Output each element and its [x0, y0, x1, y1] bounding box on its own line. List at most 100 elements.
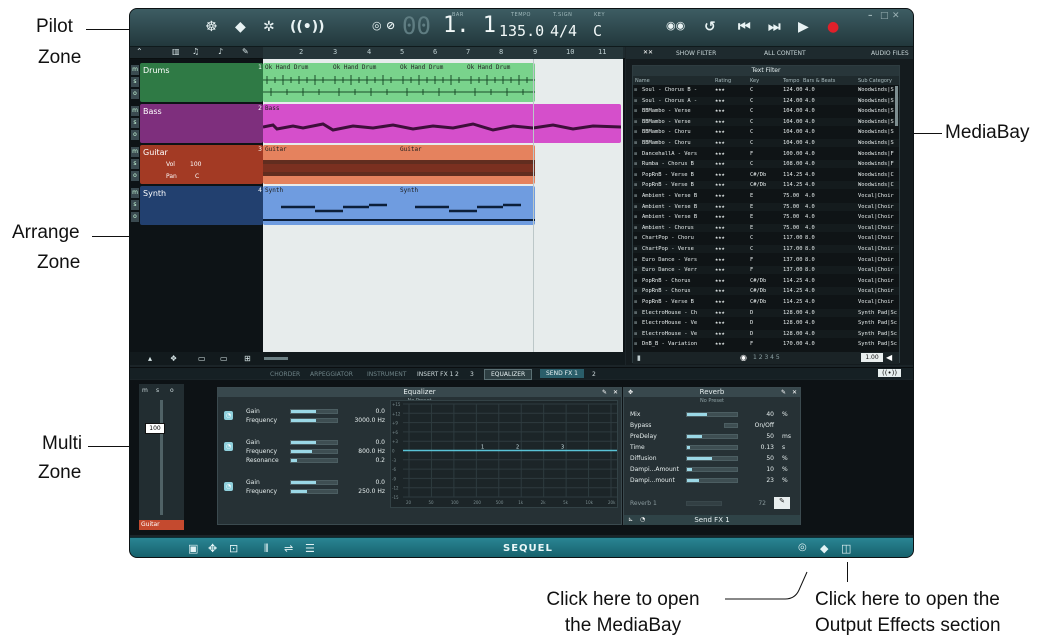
zoom-in-icon[interactable]: ▭ — [220, 354, 228, 363]
column-sub-category[interactable]: Sub Category — [858, 78, 892, 84]
link-icon[interactable]: ⊾ — [628, 516, 633, 523]
list-item[interactable]: ≡ Soul - Chorus A - ★★★ C 124.00 4.0 Woodwinds… — [633, 96, 899, 105]
reverb-param-slider[interactable] — [686, 412, 738, 417]
tab-insert-3[interactable]: 3 — [470, 371, 474, 378]
track-header-synth[interactable]: Synth 4 — [140, 186, 263, 225]
mediabay-close-tab-icon[interactable]: ✕✕ — [643, 49, 653, 56]
mute-button[interactable]: m — [131, 188, 139, 198]
cycle-icon[interactable]: ↺ — [704, 19, 716, 35]
mute-button[interactable]: m — [142, 387, 148, 394]
bass-clip[interactable]: Bass — [263, 104, 621, 143]
reverb-param-slider[interactable] — [686, 478, 738, 483]
previous-icon[interactable]: ⏮ — [738, 19, 751, 35]
next-icon[interactable]: ⏭ — [768, 19, 781, 35]
eq-band-marker[interactable]: 3 — [561, 445, 564, 451]
maximize-icon[interactable]: □ — [880, 11, 889, 21]
guitar-clip-lane[interactable]: Guitar Guitar — [263, 145, 535, 184]
close-icon[interactable]: ✕ — [792, 389, 797, 396]
tab-insert-2[interactable]: 2 — [455, 371, 459, 378]
eq-param-slider[interactable] — [290, 489, 338, 494]
tempo-display[interactable]: 135.0 — [499, 22, 544, 40]
gear-icon[interactable]: ✲ — [263, 19, 275, 35]
list-item[interactable]: ≡ ChartPop - Choru ★★★ C 117.00 8.0 Vocal|Choi… — [633, 234, 899, 242]
list-item[interactable]: ≡ BBMambo - Choru ★★★ C 104.00 4.0 Woodwinds|S — [633, 139, 899, 147]
column-tempo[interactable]: Tempo — [783, 78, 799, 84]
sliders-icon[interactable]: ⇌ — [284, 542, 293, 555]
synth-clip-lane[interactable]: Synth Synth — [263, 186, 535, 225]
list-icon[interactable]: ☰ — [305, 542, 315, 555]
solo-button[interactable]: s — [131, 200, 139, 210]
eq-param-slider[interactable] — [290, 440, 338, 445]
speaker-icon[interactable]: ((•)) — [878, 369, 902, 377]
list-item[interactable]: ≡ PopRnB - Chorus ★★★ C#/Db 114.25 4.0 Vocal|C… — [633, 287, 899, 296]
list-item[interactable]: ≡ PopRnB - Verse B ★★★ C#/Db 114.25 4.0 Woodwi… — [633, 181, 899, 190]
list-item[interactable]: ≡ Ambient - Verse B ★★★ E 75.00 4.0 Vocal|Choi… — [633, 192, 899, 200]
power-icon[interactable]: ◎ — [372, 19, 382, 32]
power-icon[interactable]: ◔ — [224, 442, 233, 451]
cube-icon[interactable]: ◆ — [235, 19, 246, 35]
tab-chorder[interactable]: CHORDER — [270, 371, 300, 378]
power-icon[interactable]: ◔ — [224, 411, 233, 420]
eq-param-slider[interactable] — [290, 480, 338, 485]
solo-button[interactable]: s — [131, 118, 139, 128]
power-icon[interactable]: ◔ — [224, 482, 233, 491]
reverb-param-slider[interactable] — [686, 445, 738, 450]
monitor-button[interactable]: o — [170, 387, 174, 394]
zoom-out-icon[interactable]: ▭ — [198, 354, 206, 363]
edit-view-icon[interactable]: ⊡ — [229, 542, 238, 555]
monitor-button[interactable]: o — [131, 212, 139, 222]
mediabay-toggle-icon[interactable]: ◆ — [820, 542, 828, 555]
track-header-guitar[interactable]: Guitar 3 Vol 100 Pan C — [140, 145, 263, 184]
mediabay-scrollbar[interactable] — [895, 86, 898, 126]
column-rating[interactable]: Rating — [715, 78, 731, 84]
previewer-icon[interactable]: ◉ — [740, 353, 747, 362]
list-item[interactable]: ≡ BBMambo - Verse ★★★ C 104.00 4.0 Woodwinds|S — [633, 107, 899, 115]
tab-equalizer[interactable]: EQUALIZER — [484, 369, 533, 380]
send-fx-label[interactable]: Send FX 1 — [624, 515, 800, 525]
wrench-icon[interactable]: ✎ — [781, 389, 786, 396]
list-item[interactable]: ≡ DancehallA - Vers ★★★ F 100.00 4.0 Woodwinds… — [633, 150, 899, 158]
target-icon[interactable]: ◎ — [798, 542, 807, 553]
mixer-icon[interactable]: ⫴ — [264, 542, 269, 556]
fit-icon[interactable]: ⊞ — [244, 354, 251, 363]
volume-fader[interactable]: 100 — [145, 423, 165, 434]
eq-param-slider[interactable] — [290, 409, 338, 414]
tab-arpeggiator[interactable]: ARPEGGIATOR — [310, 371, 353, 378]
timeline-ruler[interactable]: 2 3 4 5 6 7 8 9 10 11 — [263, 47, 623, 59]
solo-button[interactable]: s — [156, 387, 159, 394]
eq-curve-graph[interactable]: +15 +12 +9 +6 +3 0 -3 -6 -9 -12 -15 20 50 100 200 500 1k… — [390, 400, 618, 508]
list-item[interactable]: ≡ Euro Dance - Vers ★★★ F 137.00 8.0 Vocal|Cho… — [633, 256, 899, 264]
bypass-toggle[interactable] — [724, 423, 738, 428]
add-track-icon[interactable]: ▴ — [148, 354, 152, 363]
list-item[interactable]: ≡ PopRnB - Chorus ★★★ C#/Db 114.25 4.0 Vocal|C… — [633, 277, 899, 285]
arrange-zone-toggle-icon[interactable]: ▣ — [188, 542, 198, 555]
speaker-icon[interactable]: ◀ — [886, 353, 892, 362]
list-item[interactable]: ≡ BBMambo - Verse ★★★ C 104.00 4.0 Woodwinds|S — [633, 117, 899, 126]
mute-button[interactable]: m — [131, 106, 139, 116]
track-volume[interactable]: 100 — [190, 161, 201, 168]
list-item[interactable]: ≡ ElectroHouse - Ve ★★★ D 128.00 4.0 Synth Pad… — [633, 329, 899, 338]
list-item[interactable]: ≡ ElectroHouse - Ch ★★★ D 128.00 4.0 Synth Pad… — [633, 308, 899, 317]
wrench-icon[interactable]: ✎ — [602, 389, 607, 396]
list-item[interactable]: ≡ Ambient - Verse B ★★★ E 75.00 4.0 Vocal|Choi… — [633, 202, 899, 211]
list-item[interactable]: ≡ BBMambo - Choru ★★★ C 104.00 4.0 Woodwinds|S — [633, 128, 899, 136]
list-item[interactable]: ≡ PopRnB - Verse B ★★★ C#/Db 114.25 4.0 Vocal|… — [633, 298, 899, 306]
reverb-preset[interactable]: No Preset — [624, 398, 800, 404]
split-tool-icon[interactable]: ♫ — [192, 47, 199, 56]
mute-button[interactable]: m — [131, 65, 139, 75]
monitor-button[interactable]: o — [131, 171, 139, 181]
monitor-button[interactable]: o — [131, 89, 139, 99]
arrange-grid[interactable]: Ok Hand Drum Ok Hand Drum Ok Hand Drum O… — [263, 59, 623, 352]
list-item[interactable]: ≡ Rumba - Chorus B ★★★ C 108.00 4.0 Woodwinds|… — [633, 160, 899, 169]
solo-button[interactable]: s — [131, 77, 139, 87]
list-item[interactable]: ≡ Soul - Chorus B - ★★★ C 124.00 4.0 Woodwinds… — [633, 86, 899, 94]
signature-display[interactable]: 4/4 — [550, 22, 577, 40]
output-effects-icon[interactable]: ◫ — [841, 542, 851, 555]
reverb-param-slider[interactable] — [686, 467, 738, 472]
tab-send-fx-1[interactable]: SEND FX 1 — [540, 369, 584, 378]
record-icon[interactable]: ● — [827, 19, 839, 35]
list-item[interactable]: ≡ ChartPop - Verse ★★★ C 117.00 8.0 Vocal|Choi… — [633, 245, 899, 253]
list-item[interactable]: ≡ PopRnB - Verse B ★★★ C#/Db 114.25 4.0 Woodwi… — [633, 171, 899, 179]
reverb-param-slider[interactable] — [686, 456, 738, 461]
track-header-drums[interactable]: Drums 1 — [140, 63, 263, 102]
